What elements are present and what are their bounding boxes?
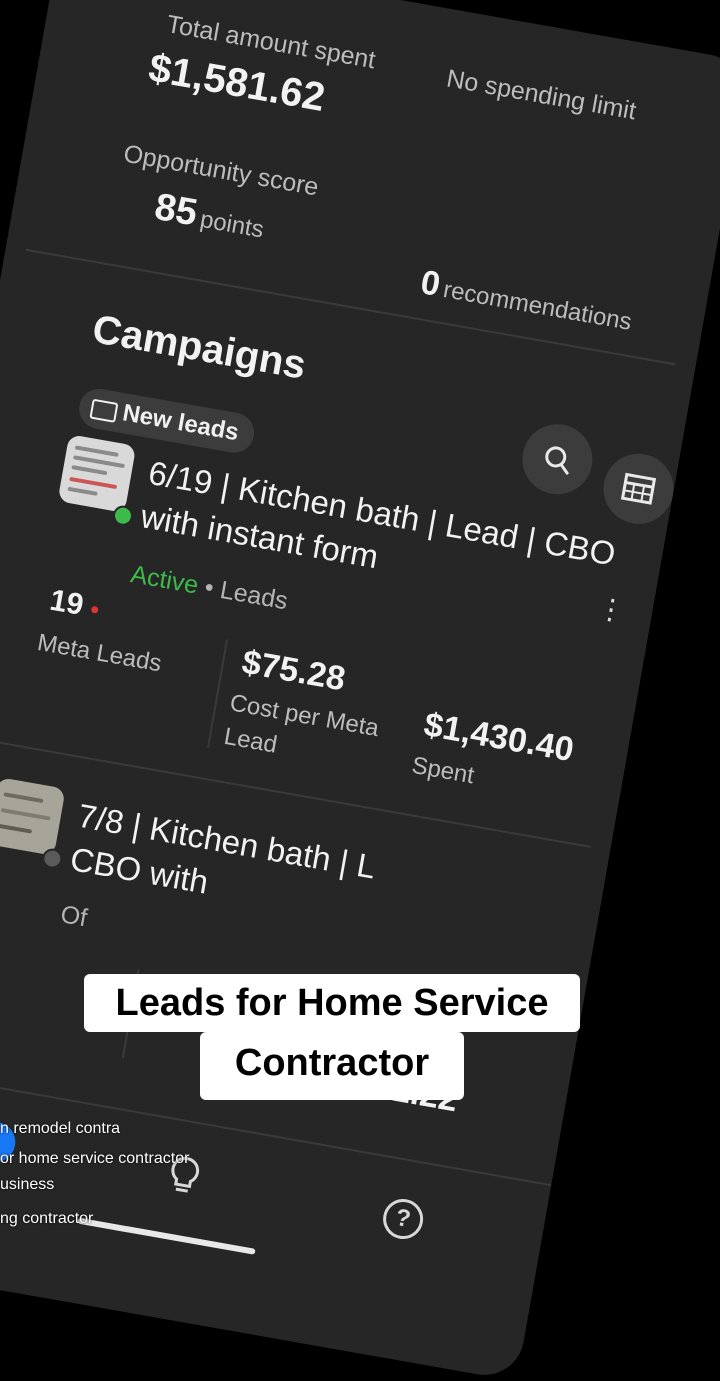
campaign-name-2[interactable]: 7/8 | Kitchen bath | L CBO with (67, 797, 378, 930)
results-value: 19 (47, 584, 101, 626)
alert-dot (90, 605, 99, 614)
amount-spent-label: Spent (409, 751, 477, 790)
lead-badge-icon (89, 398, 119, 423)
opportunity-score-value: 85 (151, 185, 201, 235)
campaign-status: Active • Leads (128, 560, 290, 616)
recommendations[interactable]: 0 recommendations (418, 263, 636, 339)
overlay-tag-3: usiness (0, 1176, 55, 1193)
caption-line-1: Leads for Home Service (84, 974, 580, 1032)
recommendations-count: 0 (417, 263, 444, 304)
campaign-thumbnail (57, 434, 137, 513)
help-icon[interactable]: ? (379, 1195, 427, 1243)
search-button[interactable] (516, 418, 598, 500)
phone-screen: Total amount spent $1,581.62 No spending… (0, 0, 720, 1381)
opportunity-score-unit: points (198, 205, 266, 244)
campaign-thumbnail-2 (0, 777, 66, 856)
active-status-dot (111, 504, 135, 528)
campaigns-title: Campaigns (89, 306, 310, 388)
more-options-icon[interactable]: ⋮ (595, 592, 628, 627)
opportunity-score-label: Opportunity score (121, 139, 321, 202)
overlay-tag-4: ng contractor (0, 1210, 94, 1227)
columns-button[interactable] (597, 448, 680, 530)
status-separator: • (202, 573, 216, 603)
paused-status-dot (40, 847, 64, 871)
overlay-tag-2b: contractor (118, 1150, 190, 1167)
status-active: Active (128, 560, 201, 600)
spending-limit-label: No spending limit (444, 64, 639, 126)
results-label: Meta Leads (35, 629, 164, 678)
campaign-2-status: Of (58, 900, 90, 933)
search-icon (545, 446, 569, 475)
cost-per-result-label: Cost per Meta Lead (221, 686, 381, 779)
opportunity-score: 85 points (151, 186, 268, 248)
overlay-tag-2a: or home service (0, 1150, 114, 1167)
overlay-tag-2: or home service contractor (0, 1150, 189, 1168)
new-leads-label: New leads (120, 399, 241, 447)
table-icon (620, 472, 657, 505)
results-number: 19 (47, 583, 87, 622)
campaign-objective: Leads (217, 575, 290, 616)
caption-line-2: Contractor (200, 1032, 464, 1100)
overlay-tag-1: n remodel contra (0, 1120, 121, 1137)
home-indicator (77, 1217, 256, 1255)
